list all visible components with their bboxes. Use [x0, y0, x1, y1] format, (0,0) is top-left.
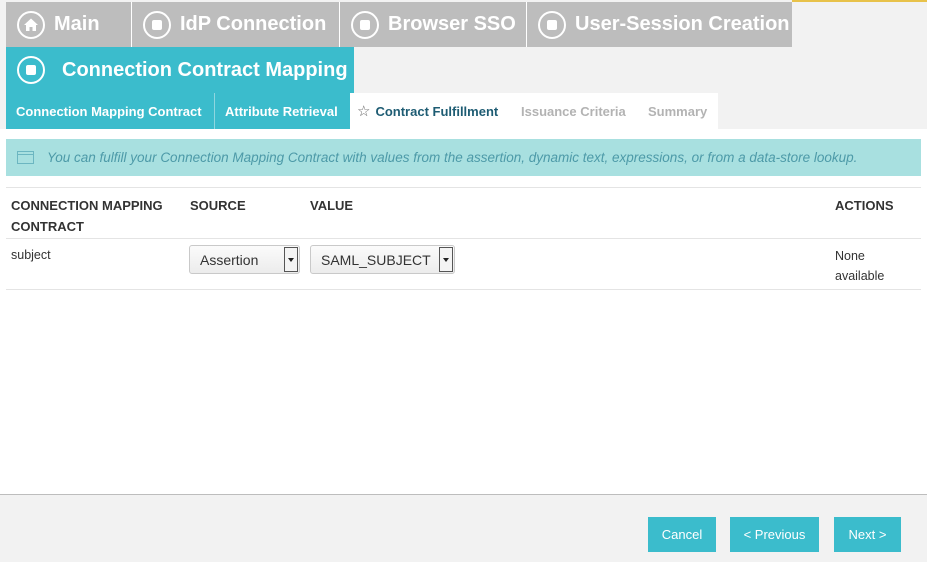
previous-button[interactable]: < Previous	[730, 517, 819, 552]
subtab-contract-fulfillment[interactable]: ☆ Contract Fulfillment	[350, 93, 511, 129]
circle-stop-icon	[143, 10, 171, 39]
current-step-row: Connection Contract Mapping	[0, 47, 927, 93]
subtab-label: Contract Fulfillment	[375, 103, 499, 119]
wizard-footer: Cancel < Previous Next >	[0, 494, 927, 562]
current-step-label: Connection Contract Mapping	[62, 58, 348, 81]
info-banner-text: You can fulfill your Connection Mapping …	[47, 150, 858, 165]
subtab-attribute-retrieval[interactable]: Attribute Retrieval	[215, 93, 350, 129]
tab-connection-contract-mapping[interactable]: Connection Contract Mapping	[6, 47, 354, 93]
subtab-label: Connection Mapping Contract	[16, 103, 202, 119]
home-icon	[17, 10, 45, 39]
value-select[interactable]: SAML_SUBJECT	[310, 245, 455, 274]
chevron-down-icon[interactable]	[284, 247, 298, 272]
next-button[interactable]: Next >	[834, 517, 901, 552]
sub-navigation: Connection Mapping Contract Attribute Re…	[0, 93, 927, 129]
column-header-actions: ACTIONS	[835, 198, 894, 213]
tab-browser-sso-label: Browser SSO	[388, 13, 516, 35]
tab-idp-connection[interactable]: IdP Connection	[132, 2, 340, 47]
column-header-value: VALUE	[310, 198, 354, 213]
source-select-value: Assertion	[200, 251, 259, 268]
tab-main[interactable]: Main	[6, 2, 132, 47]
circle-stop-icon	[17, 56, 45, 84]
cancel-button[interactable]: Cancel	[648, 517, 716, 552]
value-select-value: SAML_SUBJECT	[321, 251, 431, 268]
star-icon: ☆	[357, 103, 371, 120]
subtab-issuance-criteria[interactable]: Issuance Criteria	[511, 93, 637, 129]
subtab-label: Summary	[648, 103, 708, 119]
table-row: subject Assertion SAML_SUBJECT None avai…	[6, 239, 921, 290]
tab-user-session-creation-label: User-Session Creation	[575, 13, 790, 35]
row-actions: None available	[835, 249, 885, 283]
source-select[interactable]: Assertion	[189, 245, 300, 274]
subtab-label: Attribute Retrieval	[225, 103, 338, 119]
tab-idp-connection-label: IdP Connection	[180, 13, 327, 35]
accent-line	[792, 0, 927, 2]
tab-user-session-creation[interactable]: User-Session Creation	[527, 2, 792, 47]
subtab-connection-mapping-contract[interactable]: Connection Mapping Contract	[6, 93, 214, 129]
mapping-table: CONNECTION MAPPING CONTRACT SOURCE VALUE…	[6, 187, 921, 290]
circle-stop-icon	[538, 10, 566, 39]
table-header: CONNECTION MAPPING CONTRACT SOURCE VALUE…	[6, 187, 921, 239]
top-navigation: Main IdP Connection Browser SSO User-Ses…	[0, 0, 927, 47]
chevron-down-icon[interactable]	[439, 247, 453, 272]
circle-stop-icon	[351, 10, 379, 39]
contract-attribute-name: subject	[11, 248, 51, 262]
column-header-source: SOURCE	[190, 198, 246, 213]
info-banner: You can fulfill your Connection Mapping …	[6, 139, 921, 176]
info-panel-icon	[17, 151, 34, 164]
column-header-contract: CONNECTION MAPPING CONTRACT	[11, 198, 163, 234]
subtab-label: Issuance Criteria	[521, 103, 626, 119]
tab-browser-sso[interactable]: Browser SSO	[340, 2, 527, 47]
tab-main-label: Main	[54, 13, 100, 35]
subtab-summary[interactable]: Summary	[637, 93, 718, 129]
